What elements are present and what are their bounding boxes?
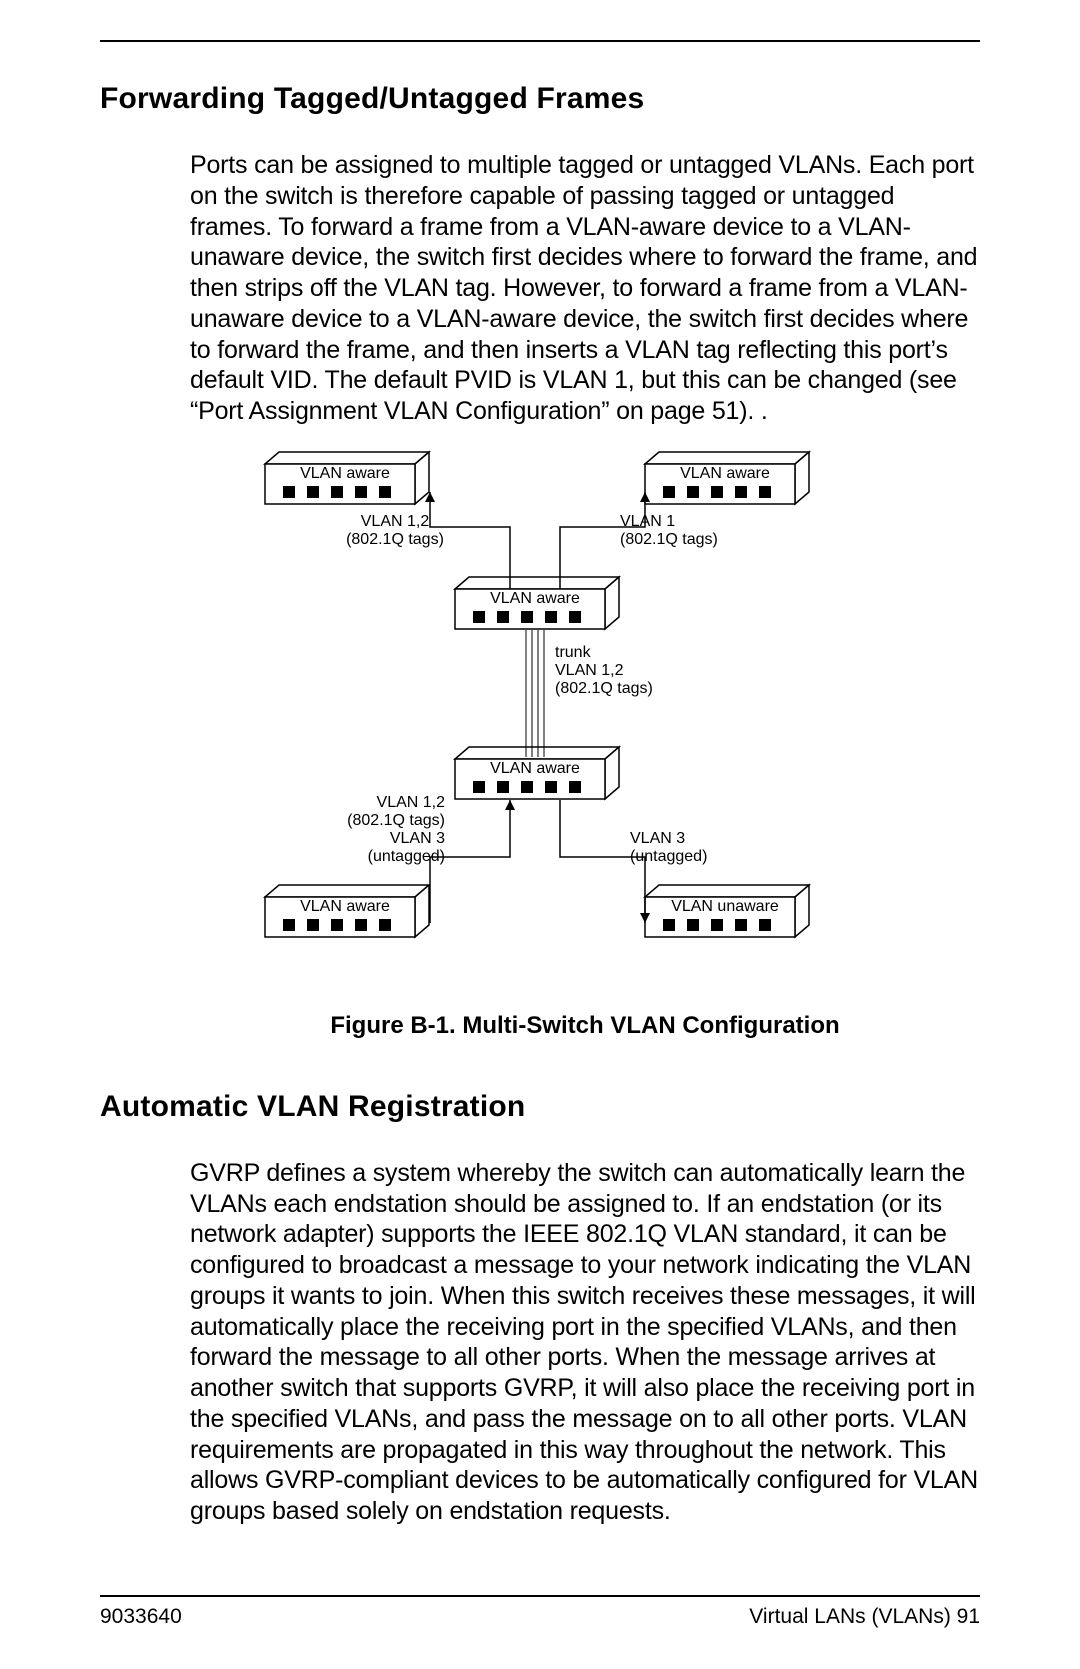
figure-caption: Figure B-1. Multi-Switch VLAN Configurat… — [190, 1012, 980, 1040]
diagram-svg: VLAN aware VLAN aware VLAN aware VLAN aw… — [190, 447, 890, 997]
label-trunk3: (802.1Q tags) — [555, 680, 653, 697]
label-sw-top-left: VLAN aware — [300, 465, 390, 482]
footer-left: 9033640 — [100, 1605, 182, 1629]
label-sw-mid2: VLAN aware — [490, 760, 580, 777]
figure-b1: VLAN aware VLAN aware VLAN aware VLAN aw… — [190, 447, 980, 1040]
label-link-br1: VLAN 3 — [630, 830, 685, 847]
label-link-tr1: VLAN 1 — [620, 513, 675, 530]
label-link-bl2: (802.1Q tags) — [347, 812, 445, 829]
label-trunk2: VLAN 1,2 — [555, 662, 624, 679]
label-sw-bot-right: VLAN unaware — [671, 898, 779, 915]
label-link-tl2: (802.1Q tags) — [346, 531, 444, 548]
section2-heading: Automatic VLAN Registration — [100, 1090, 980, 1124]
section2-body: GVRP defines a system whereby the switch… — [190, 1158, 980, 1527]
label-sw-top-right: VLAN aware — [680, 465, 770, 482]
section1-body: Ports can be assigned to multiple tagged… — [190, 150, 980, 427]
header-rule — [100, 40, 980, 42]
page-footer: 9033640 Virtual LANs (VLANs) 91 — [100, 1595, 980, 1629]
section1-heading: Forwarding Tagged/Untagged Frames — [100, 82, 980, 116]
label-link-br2: (untagged) — [630, 848, 707, 865]
label-link-bl3: VLAN 3 — [390, 830, 445, 847]
label-sw-mid: VLAN aware — [490, 590, 580, 607]
footer-right: Virtual LANs (VLANs) 91 — [749, 1605, 980, 1629]
label-sw-bot-left: VLAN aware — [300, 898, 390, 915]
label-link-bl1: VLAN 1,2 — [377, 794, 446, 811]
label-trunk1: trunk — [555, 644, 592, 661]
label-link-bl4: (untagged) — [368, 848, 445, 865]
label-link-tl1: VLAN 1,2 — [361, 513, 430, 530]
label-link-tr2: (802.1Q tags) — [620, 531, 718, 548]
